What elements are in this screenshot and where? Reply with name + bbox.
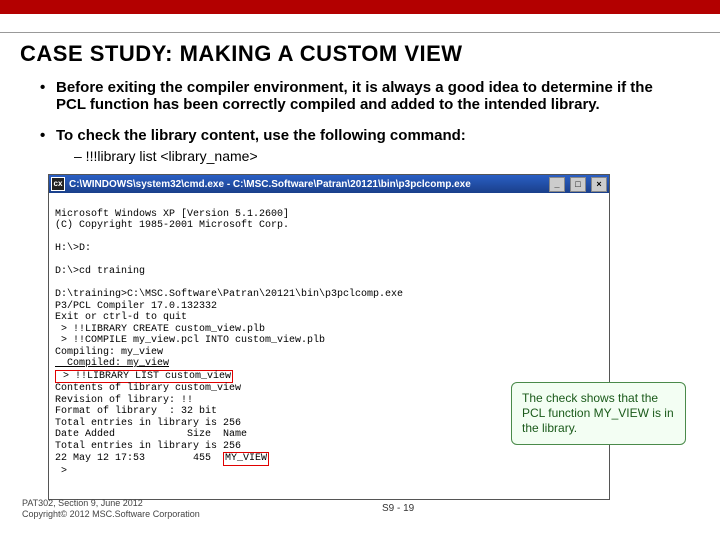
- term-line: Date Added Size Name: [55, 429, 247, 440]
- bullet-2: • To check the library content, use the …: [40, 127, 680, 144]
- term-line: D:\>cd training: [55, 266, 145, 277]
- footer-line-2: Copyright© 2012 MSC.Software Corporation: [22, 509, 200, 520]
- highlight-library-list: > !!LIBRARY LIST custom_view: [55, 370, 233, 384]
- page-number: S9 - 19: [382, 503, 414, 514]
- footer: PAT302, Section 9, June 2012 Copyright© …: [22, 498, 200, 520]
- terminal-output: Microsoft Windows XP [Version 5.1.2600] …: [49, 193, 609, 499]
- maximize-button[interactable]: □: [570, 177, 586, 192]
- horizontal-rule: [0, 32, 720, 33]
- window-titlebar: cx C:\WINDOWS\system32\cmd.exe - C:\MSC.…: [49, 175, 609, 193]
- term-line: Microsoft Windows XP [Version 5.1.2600]: [55, 209, 289, 220]
- footer-line-1: PAT302, Section 9, June 2012: [22, 498, 200, 509]
- term-line-date: 22 May 12 17:53 455: [55, 453, 223, 464]
- window-title: C:\WINDOWS\system32\cmd.exe - C:\MSC.Sof…: [69, 179, 544, 190]
- command-prompt-window: cx C:\WINDOWS\system32\cmd.exe - C:\MSC.…: [48, 174, 610, 500]
- highlight-my-view: MY_VIEW: [223, 452, 269, 466]
- term-line: Exit or ctrl-d to quit: [55, 312, 187, 323]
- term-line: Total entries in library is 256: [55, 418, 241, 429]
- term-line: Revision of library: !!: [55, 395, 193, 406]
- term-line-compiled: Compiled: my_view: [55, 358, 169, 369]
- callout-box: The check shows that the PCL function MY…: [511, 382, 686, 445]
- content-area: • Before exiting the compiler environmen…: [40, 79, 680, 164]
- term-line: > !!COMPILE my_view.pcl INTO custom_view…: [55, 335, 325, 346]
- close-button[interactable]: ×: [591, 177, 607, 192]
- cmd-icon: cx: [51, 177, 65, 191]
- term-line: Format of library : 32 bit: [55, 406, 217, 417]
- bullet-1-text: Before exiting the compiler environment,…: [56, 79, 680, 113]
- term-line: D:\training>C:\MSC.Software\Patran\20121…: [55, 289, 403, 300]
- term-line: Total entries in library is 256: [55, 441, 241, 452]
- bullet-marker: •: [40, 79, 56, 113]
- brand-bar: [0, 0, 720, 14]
- sub-bullet-1: – !!!library list <library_name>: [74, 148, 680, 164]
- term-line: Contents of library custom_view: [55, 383, 241, 394]
- minimize-button[interactable]: _: [549, 177, 565, 192]
- term-line: (C) Copyright 1985-2001 Microsoft Corp.: [55, 220, 289, 231]
- bullet-marker: •: [40, 127, 56, 144]
- term-line: H:\>D:: [55, 243, 91, 254]
- bullet-1: • Before exiting the compiler environmen…: [40, 79, 680, 113]
- term-line: > !!LIBRARY CREATE custom_view.plb: [55, 324, 265, 335]
- page-title: CASE STUDY: MAKING A CUSTOM VIEW: [20, 41, 720, 67]
- term-line: Compiling: my_view: [55, 347, 163, 358]
- term-line: P3/PCL Compiler 17.0.132332: [55, 301, 217, 312]
- term-line: >: [55, 466, 67, 477]
- bullet-2-text: To check the library content, use the fo…: [56, 127, 466, 144]
